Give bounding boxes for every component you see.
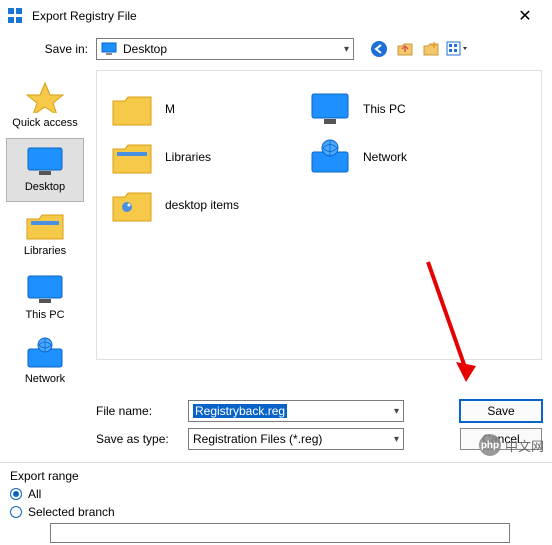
view-menu-icon [446,40,468,58]
bottom-fields: File name: Registryback.reg ▾ Save Save … [0,394,552,462]
folder-icon [111,91,153,127]
list-item[interactable]: M [111,91,281,127]
place-label: Quick access [12,117,77,129]
watermark: php 中文网 [479,434,544,456]
monitor-icon [101,42,117,56]
watermark-text: 中文网 [505,436,544,455]
main-area: Quick access Desktop Libraries This PC N… [0,70,552,394]
chevron-down-icon: ▾ [394,406,399,417]
list-item[interactable]: This PC [309,91,479,127]
radio-label: Selected branch [28,505,115,519]
place-this-pc[interactable]: This PC [6,266,84,330]
window-title: Export Registry File [32,9,502,23]
libraries-icon [111,139,153,175]
item-label: Network [363,150,407,164]
list-item[interactable]: Network [309,139,479,175]
new-folder-icon [422,40,440,58]
app-icon [8,8,24,24]
item-label: M [165,102,175,116]
radio-icon [10,488,22,500]
save-button[interactable]: Save [460,400,542,422]
branch-key-input[interactable] [50,523,510,543]
monitor-icon [25,145,65,177]
item-label: desktop items [165,198,239,212]
network-icon [25,337,65,369]
list-item[interactable]: desktop items [111,187,281,223]
save-in-row: Save in: Desktop ▾ [0,32,552,70]
folder-up-icon [396,40,414,58]
monitor-icon [309,91,351,127]
close-button[interactable]: ✕ [502,0,548,32]
watermark-logo: php [479,434,501,456]
item-label: Libraries [165,150,211,164]
network-icon [309,139,351,175]
filename-label: File name: [96,404,188,418]
save-in-label: Save in: [8,42,96,56]
save-as-type-label: Save as type: [96,432,188,446]
place-quick-access[interactable]: Quick access [6,74,84,138]
folder-pictures-icon [111,187,153,223]
place-label: Desktop [25,181,65,193]
radio-selected-branch[interactable]: Selected branch [10,505,542,519]
radio-all[interactable]: All [10,487,542,501]
monitor-icon [25,273,65,305]
save-in-value: Desktop [123,42,167,56]
chevron-down-icon: ▾ [344,44,349,55]
export-range-legend: Export range [10,469,542,483]
new-folder-button[interactable] [420,38,442,60]
place-label: Libraries [24,245,66,257]
filename-value: Registryback.reg [193,404,287,418]
save-as-type-dropdown[interactable]: Registration Files (*.reg) ▾ [188,428,404,450]
save-as-type-row: Save as type: Registration Files (*.reg)… [96,428,542,450]
navigation-toolbar [368,38,468,60]
up-one-level-button[interactable] [394,38,416,60]
place-libraries[interactable]: Libraries [6,202,84,266]
list-item[interactable]: Libraries [111,139,281,175]
save-as-type-value: Registration Files (*.reg) [193,432,322,446]
radio-label: All [28,487,41,501]
view-menu-button[interactable] [446,38,468,60]
back-icon [370,40,388,58]
export-range-group: Export range All Selected branch [0,462,552,545]
place-label: Network [25,373,65,385]
place-label: This PC [25,309,64,321]
places-bar: Quick access Desktop Libraries This PC N… [0,70,90,394]
titlebar: Export Registry File ✕ [0,0,552,32]
libraries-icon [25,209,65,241]
chevron-down-icon: ▾ [394,434,399,445]
item-label: This PC [363,102,406,116]
filename-row: File name: Registryback.reg ▾ Save [96,400,542,422]
filename-input[interactable]: Registryback.reg ▾ [188,400,404,422]
star-icon [25,81,65,113]
save-in-dropdown[interactable]: Desktop ▾ [96,38,354,60]
place-desktop[interactable]: Desktop [6,138,84,202]
place-network[interactable]: Network [6,330,84,394]
file-listing[interactable]: M This PC Libraries Network desktop item… [96,70,542,360]
back-button[interactable] [368,38,390,60]
